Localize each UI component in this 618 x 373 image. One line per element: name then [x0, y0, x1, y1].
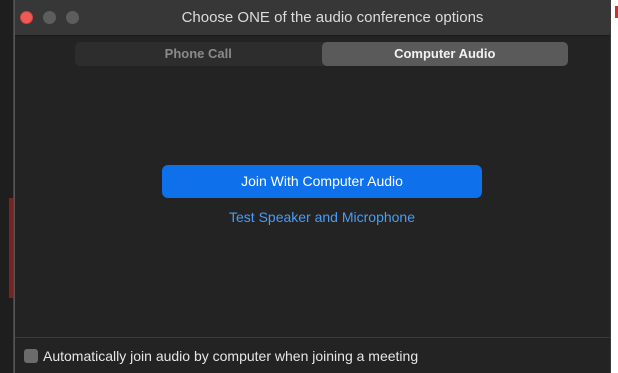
screen: Choose ONE of the audio conference optio…	[0, 0, 618, 373]
dialog-footer: Automatically join audio by computer whe…	[15, 337, 610, 373]
auto-join-label[interactable]: Automatically join audio by computer whe…	[43, 338, 418, 373]
background-window-accent	[9, 198, 13, 298]
audio-mode-tabs: Phone Call Computer Audio	[75, 42, 568, 66]
tab-computer-audio[interactable]: Computer Audio	[321, 42, 568, 66]
join-with-computer-audio-button[interactable]: Join With Computer Audio	[162, 165, 482, 198]
audio-options-dialog: Choose ONE of the audio conference optio…	[14, 0, 611, 373]
title-bar: Choose ONE of the audio conference optio…	[15, 0, 610, 36]
background-area-right	[611, 0, 618, 373]
test-speaker-and-microphone-link[interactable]: Test Speaker and Microphone	[162, 207, 482, 227]
window-title: Choose ONE of the audio conference optio…	[181, 9, 484, 26]
background-window-edge	[0, 0, 14, 373]
tab-phone-call[interactable]: Phone Call	[75, 42, 322, 66]
auto-join-checkbox[interactable]	[24, 349, 38, 363]
